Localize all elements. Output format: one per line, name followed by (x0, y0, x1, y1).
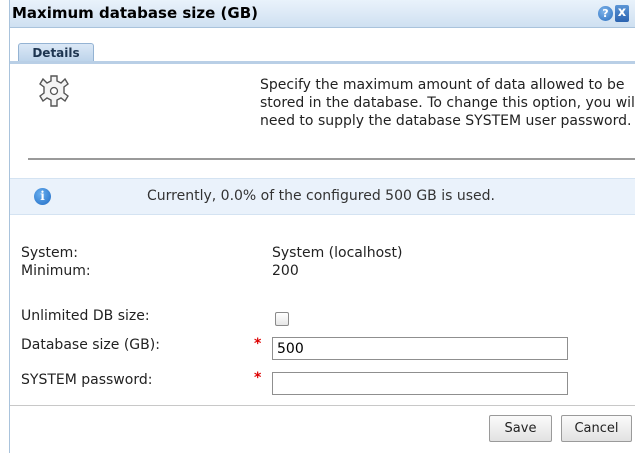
database-size-input[interactable] (272, 337, 568, 360)
dialog-title: Maximum database size (GB) (12, 4, 259, 22)
database-size-label: Database size (GB): (21, 337, 160, 353)
unlimited-db-size-checkbox[interactable] (275, 312, 289, 326)
cancel-button[interactable]: Cancel (561, 415, 632, 442)
title-bar[interactable]: Maximum database size (GB) ? x (10, 0, 635, 28)
system-password-label: SYSTEM password: (21, 372, 153, 388)
help-icon[interactable]: ? (598, 6, 613, 21)
close-icon[interactable]: x (615, 5, 629, 22)
tab-underline (10, 61, 635, 64)
usage-info-text: Currently, 0.0% of the configured 500 GB… (147, 188, 495, 204)
description-text: Specify the maximum amount of data allow… (260, 77, 635, 129)
dialog: Maximum database size (GB) ? x Details S… (9, 0, 635, 453)
tab-details[interactable]: Details (18, 43, 94, 62)
save-button[interactable]: Save (489, 415, 552, 442)
divider (28, 158, 635, 160)
system-value: System (localhost) (272, 245, 403, 261)
unlimited-db-size-label: Unlimited DB size: (21, 308, 150, 324)
system-password-input[interactable] (272, 372, 568, 395)
tab-bar: Details (10, 28, 635, 62)
minimum-label: Minimum: (21, 263, 91, 279)
required-marker: * (254, 336, 262, 352)
info-icon: i (34, 188, 51, 205)
footer-divider (10, 405, 635, 406)
info-bar: i Currently, 0.0% of the configured 500 … (10, 178, 635, 215)
gear-icon (39, 75, 69, 107)
minimum-value: 200 (272, 263, 299, 279)
required-marker: * (254, 370, 262, 386)
system-label: System: (21, 245, 78, 261)
